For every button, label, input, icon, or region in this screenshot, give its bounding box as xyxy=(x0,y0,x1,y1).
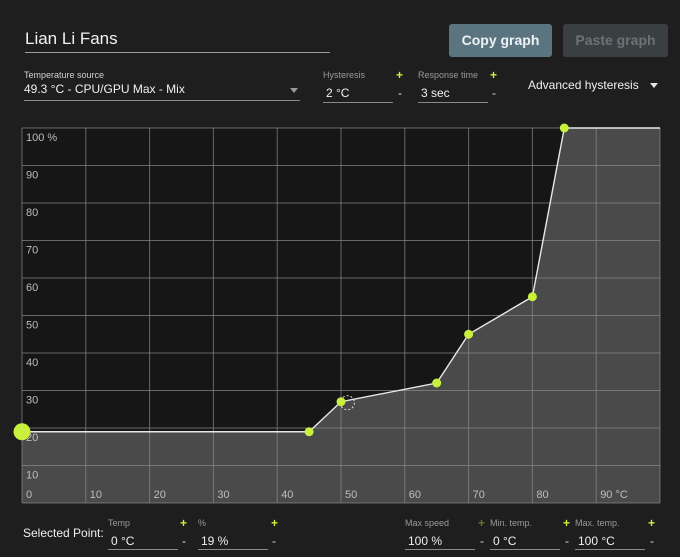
y-tick-label: 70 xyxy=(26,245,38,257)
selected-point-label: Selected Point: xyxy=(23,526,104,540)
percent-minus-button[interactable]: - xyxy=(272,534,276,548)
temperature-source-label: Temperature source xyxy=(24,70,105,80)
y-tick-label: 100 % xyxy=(26,132,57,144)
curve-point[interactable] xyxy=(304,427,314,437)
y-tick-label: 40 xyxy=(26,357,38,369)
temp-field[interactable]: 0 °C xyxy=(108,533,178,550)
max-temp-minus-button[interactable]: - xyxy=(650,534,654,548)
hysteresis-value: 2 °C xyxy=(326,86,350,100)
curve-point[interactable] xyxy=(432,378,442,388)
x-tick-label: 60 xyxy=(409,489,421,501)
hysteresis-plus-button[interactable]: + xyxy=(396,68,403,82)
max-speed-label: Max speed xyxy=(405,518,450,528)
fan-curve-graph[interactable]: 0 10 20 30 40 50 60 70 80 90 °C102030405060708090… xyxy=(0,110,680,510)
x-tick-label: 50 xyxy=(345,489,357,501)
x-tick-label: 70 xyxy=(473,489,485,501)
y-tick-label: 30 xyxy=(26,395,38,407)
max-speed-plus-button[interactable]: + xyxy=(478,516,485,530)
curve-point[interactable] xyxy=(559,123,569,133)
advanced-hysteresis-label: Advanced hysteresis xyxy=(528,78,639,92)
y-tick-label: 90 xyxy=(26,170,38,182)
temp-minus-button[interactable]: - xyxy=(182,534,186,548)
profile-name-input[interactable]: Lian Li Fans xyxy=(25,26,330,53)
chevron-down-icon xyxy=(290,88,298,93)
min-temp-label: Min. temp. xyxy=(490,518,533,528)
advanced-hysteresis-dropdown[interactable]: Advanced hysteresis xyxy=(528,78,663,94)
response-time-minus-button[interactable]: - xyxy=(492,86,496,100)
x-tick-label: 40 xyxy=(281,489,293,501)
temperature-source-select[interactable]: 49.3 °C - CPU/GPU Max - Mix xyxy=(24,82,300,101)
curve-point[interactable] xyxy=(527,292,537,302)
percent-plus-button[interactable]: + xyxy=(271,516,278,530)
x-tick-label: 80 xyxy=(536,489,548,501)
min-temp-minus-button[interactable]: - xyxy=(565,534,569,548)
copy-graph-button[interactable]: Copy graph xyxy=(449,24,552,57)
max-speed-field[interactable]: 100 % xyxy=(405,533,475,550)
temp-label: Temp xyxy=(108,518,131,528)
temp-value: 0 °C xyxy=(111,534,135,548)
x-tick-label: 0 xyxy=(26,489,32,501)
hysteresis-minus-button[interactable]: - xyxy=(398,86,402,100)
max-temp-label: Max. temp. xyxy=(575,518,620,528)
x-tick-label: 30 xyxy=(217,489,229,501)
max-speed-minus-button[interactable]: - xyxy=(480,534,484,548)
selected-curve-point[interactable] xyxy=(13,423,31,441)
y-tick-label: 50 xyxy=(26,320,38,332)
response-time-label: Response time xyxy=(418,70,479,80)
temperature-source-value: 49.3 °C - CPU/GPU Max - Mix xyxy=(24,82,185,96)
percent-value: 19 % xyxy=(201,534,229,548)
x-tick-label: 20 xyxy=(154,489,166,501)
percent-field[interactable]: 19 % xyxy=(198,533,268,550)
y-tick-label: 80 xyxy=(26,207,38,219)
hysteresis-field[interactable]: 2 °C xyxy=(323,85,393,103)
max-temp-field[interactable]: 100 °C xyxy=(575,533,645,550)
temp-plus-button[interactable]: + xyxy=(180,516,187,530)
curve-point[interactable] xyxy=(336,397,346,407)
x-tick-label: 10 xyxy=(90,489,102,501)
response-time-plus-button[interactable]: + xyxy=(490,68,497,82)
min-temp-plus-button[interactable]: + xyxy=(563,516,570,530)
y-tick-label: 60 xyxy=(26,282,38,294)
max-speed-value: 100 % xyxy=(408,534,443,548)
paste-graph-button[interactable]: Paste graph xyxy=(563,24,668,57)
percent-label: % xyxy=(198,518,207,528)
response-time-field[interactable]: 3 sec xyxy=(418,85,488,103)
x-tick-label: 90 °C xyxy=(600,489,628,501)
max-temp-value: 100 °C xyxy=(578,534,615,548)
response-time-value: 3 sec xyxy=(421,86,450,100)
y-tick-label: 10 xyxy=(26,470,38,482)
curve-point[interactable] xyxy=(464,329,474,339)
min-temp-field[interactable]: 0 °C xyxy=(490,533,560,550)
max-temp-plus-button[interactable]: + xyxy=(648,516,655,530)
hysteresis-label: Hysteresis xyxy=(323,70,366,80)
chevron-down-icon xyxy=(650,83,658,88)
min-temp-value: 0 °C xyxy=(493,534,517,548)
